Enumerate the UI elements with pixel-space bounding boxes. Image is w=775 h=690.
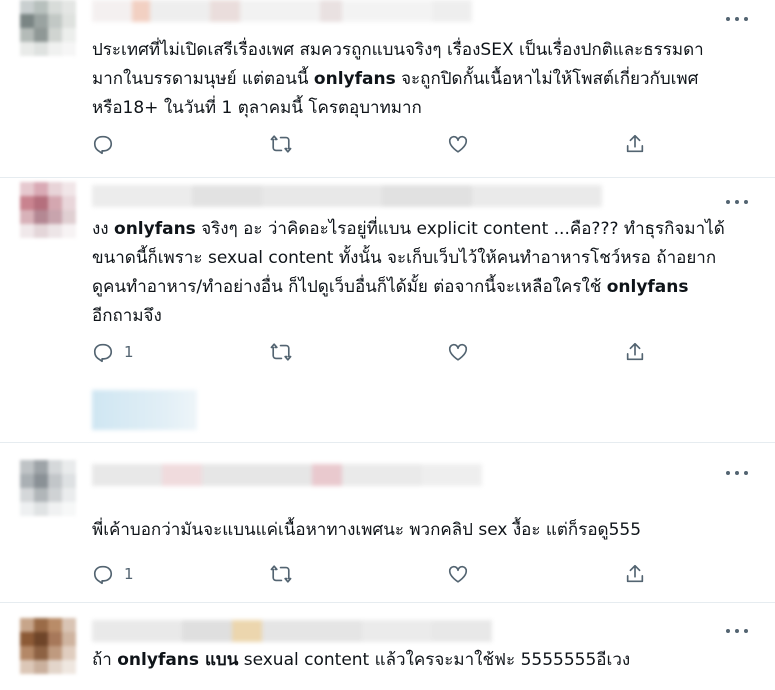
avatar[interactable] bbox=[20, 0, 76, 56]
tweet-2[interactable]: งง onlyfans จริงๆ อะ ว่าคิดอะไรอยู่ที่แบ… bbox=[0, 177, 775, 443]
tweet-text: ประเทศที่ไม่เปิดเสรีเรื่องเพศ สมควรถูกแบ… bbox=[92, 36, 755, 123]
retweet-button[interactable] bbox=[270, 562, 292, 586]
more-icon[interactable] bbox=[725, 199, 749, 209]
retweet-icon bbox=[270, 133, 292, 155]
like-icon bbox=[447, 563, 469, 585]
share-icon bbox=[624, 341, 646, 363]
tweet-actions: 1 bbox=[92, 340, 755, 364]
tweet-text-line: ถ้า onlyfans แบน sexual content แล้วใครจ… bbox=[92, 646, 755, 675]
tweet-text-line: มากในบรรดามนุษย์ แต่ตอนนี้ onlyfans จะถู… bbox=[92, 65, 755, 94]
text-run: sexual content แล้วใครจะมาใช้ฟะ 5555555อ… bbox=[238, 650, 631, 670]
like-button[interactable] bbox=[447, 562, 469, 586]
like-button[interactable] bbox=[447, 132, 469, 156]
text-run: ดูคนทำอาหาร/ทำอย่างอื่น ก็ไปดูเว็บอื่นก็… bbox=[92, 277, 607, 297]
share-icon bbox=[624, 563, 646, 585]
tweet-text-line: หรือ18+ ในวันที่ 1 ตุลาคมนี้ โครตอุบาทมา… bbox=[92, 94, 755, 123]
highlighted-keyword: onlyfans bbox=[606, 277, 689, 297]
reply-button[interactable]: 1 bbox=[92, 340, 134, 364]
reply-icon bbox=[92, 133, 114, 155]
avatar[interactable] bbox=[20, 182, 76, 238]
text-run: อีกถามจึง bbox=[92, 306, 162, 326]
tweet-text-line: พี่เค้าบอกว่ามันจะแบนแค่เนื้อหาทางเพศนะ … bbox=[92, 516, 755, 545]
tweet-text-line: ประเทศที่ไม่เปิดเสรีเรื่องเพศ สมควรถูกแบ… bbox=[92, 36, 755, 65]
tweet-actions: 1 bbox=[92, 562, 755, 586]
tweet-text: พี่เค้าบอกว่ามันจะแบนแค่เนื้อหาทางเพศนะ … bbox=[92, 516, 755, 545]
text-run: จะถูกปิดกั้นเนื้อหาไม่ให้โพสต์เกี่ยวกับเ… bbox=[395, 69, 699, 89]
reply-button[interactable] bbox=[92, 132, 124, 156]
highlighted-keyword: onlyfans แบน bbox=[117, 650, 239, 670]
like-button[interactable] bbox=[447, 340, 469, 364]
text-run: ขนาดนี้ก็เพราะ sexual content ทั้งนั้น จ… bbox=[92, 248, 717, 268]
tweet-text-line: ขนาดนี้ก็เพราะ sexual content ทั้งนั้น จ… bbox=[92, 244, 755, 273]
tweet-1[interactable]: ประเทศที่ไม่เปิดเสรีเรื่องเพศ สมควรถูกแบ… bbox=[0, 0, 775, 178]
text-run: จริงๆ อะ ว่าคิดอะไรอยู่ที่แบน explicit c… bbox=[195, 219, 725, 239]
blurred-header bbox=[92, 620, 705, 642]
reply-icon bbox=[92, 563, 114, 585]
blurred-header bbox=[92, 0, 705, 22]
text-run: งง bbox=[92, 219, 115, 239]
blurred-header bbox=[92, 464, 705, 486]
like-icon bbox=[447, 133, 469, 155]
tweet-text: งง onlyfans จริงๆ อะ ว่าคิดอะไรอยู่ที่แบ… bbox=[92, 215, 755, 331]
highlighted-keyword: onlyfans bbox=[114, 219, 196, 239]
tweet-actions bbox=[92, 132, 755, 156]
avatar[interactable] bbox=[20, 460, 76, 516]
reply-icon bbox=[92, 341, 114, 363]
more-icon[interactable] bbox=[725, 470, 749, 480]
tweet-text-line: งง onlyfans จริงๆ อะ ว่าคิดอะไรอยู่ที่แบ… bbox=[92, 215, 755, 244]
more-icon[interactable] bbox=[725, 628, 749, 638]
tweet-text-line: อีกถามจึง bbox=[92, 302, 755, 331]
highlighted-keyword: onlyfans bbox=[313, 69, 396, 89]
share-icon bbox=[624, 133, 646, 155]
reply-count: 1 bbox=[124, 565, 134, 583]
more-icon[interactable] bbox=[725, 16, 749, 26]
retweet-button[interactable] bbox=[270, 132, 292, 156]
share-button[interactable] bbox=[624, 340, 646, 364]
tweet-4[interactable]: ถ้า onlyfans แบน sexual content แล้วใครจ… bbox=[0, 602, 775, 690]
reply-count: 1 bbox=[124, 343, 134, 361]
text-run: ถ้า bbox=[92, 650, 118, 670]
retweet-icon bbox=[270, 563, 292, 585]
share-button[interactable] bbox=[624, 132, 646, 156]
text-run: พี่เค้าบอกว่ามันจะแบนแค่เนื้อหาทางเพศนะ … bbox=[92, 520, 642, 540]
tweet-text: ถ้า onlyfans แบน sexual content แล้วใครจ… bbox=[92, 646, 755, 675]
blurred-header bbox=[92, 185, 705, 207]
tweet-3[interactable]: พี่เค้าบอกว่ามันจะแบนแค่เนื้อหาทางเพศนะ … bbox=[0, 442, 775, 603]
share-button[interactable] bbox=[624, 562, 646, 586]
reply-button[interactable]: 1 bbox=[92, 562, 134, 586]
text-run: มากในบรรดามนุษย์ แต่ตอนนี้ bbox=[92, 69, 314, 89]
avatar[interactable] bbox=[20, 618, 76, 674]
like-icon bbox=[447, 341, 469, 363]
tweet-text-line: ดูคนทำอาหาร/ทำอย่างอื่น ก็ไปดูเว็บอื่นก็… bbox=[92, 273, 755, 302]
quoted-tweet-blur[interactable] bbox=[92, 390, 197, 430]
text-run: หรือ18+ ในวันที่ 1 ตุลาคมนี้ โครตอุบาทมา… bbox=[92, 98, 422, 118]
retweet-button[interactable] bbox=[270, 340, 292, 364]
text-run: ประเทศที่ไม่เปิดเสรีเรื่องเพศ สมควรถูกแบ… bbox=[92, 40, 704, 60]
retweet-icon bbox=[270, 341, 292, 363]
